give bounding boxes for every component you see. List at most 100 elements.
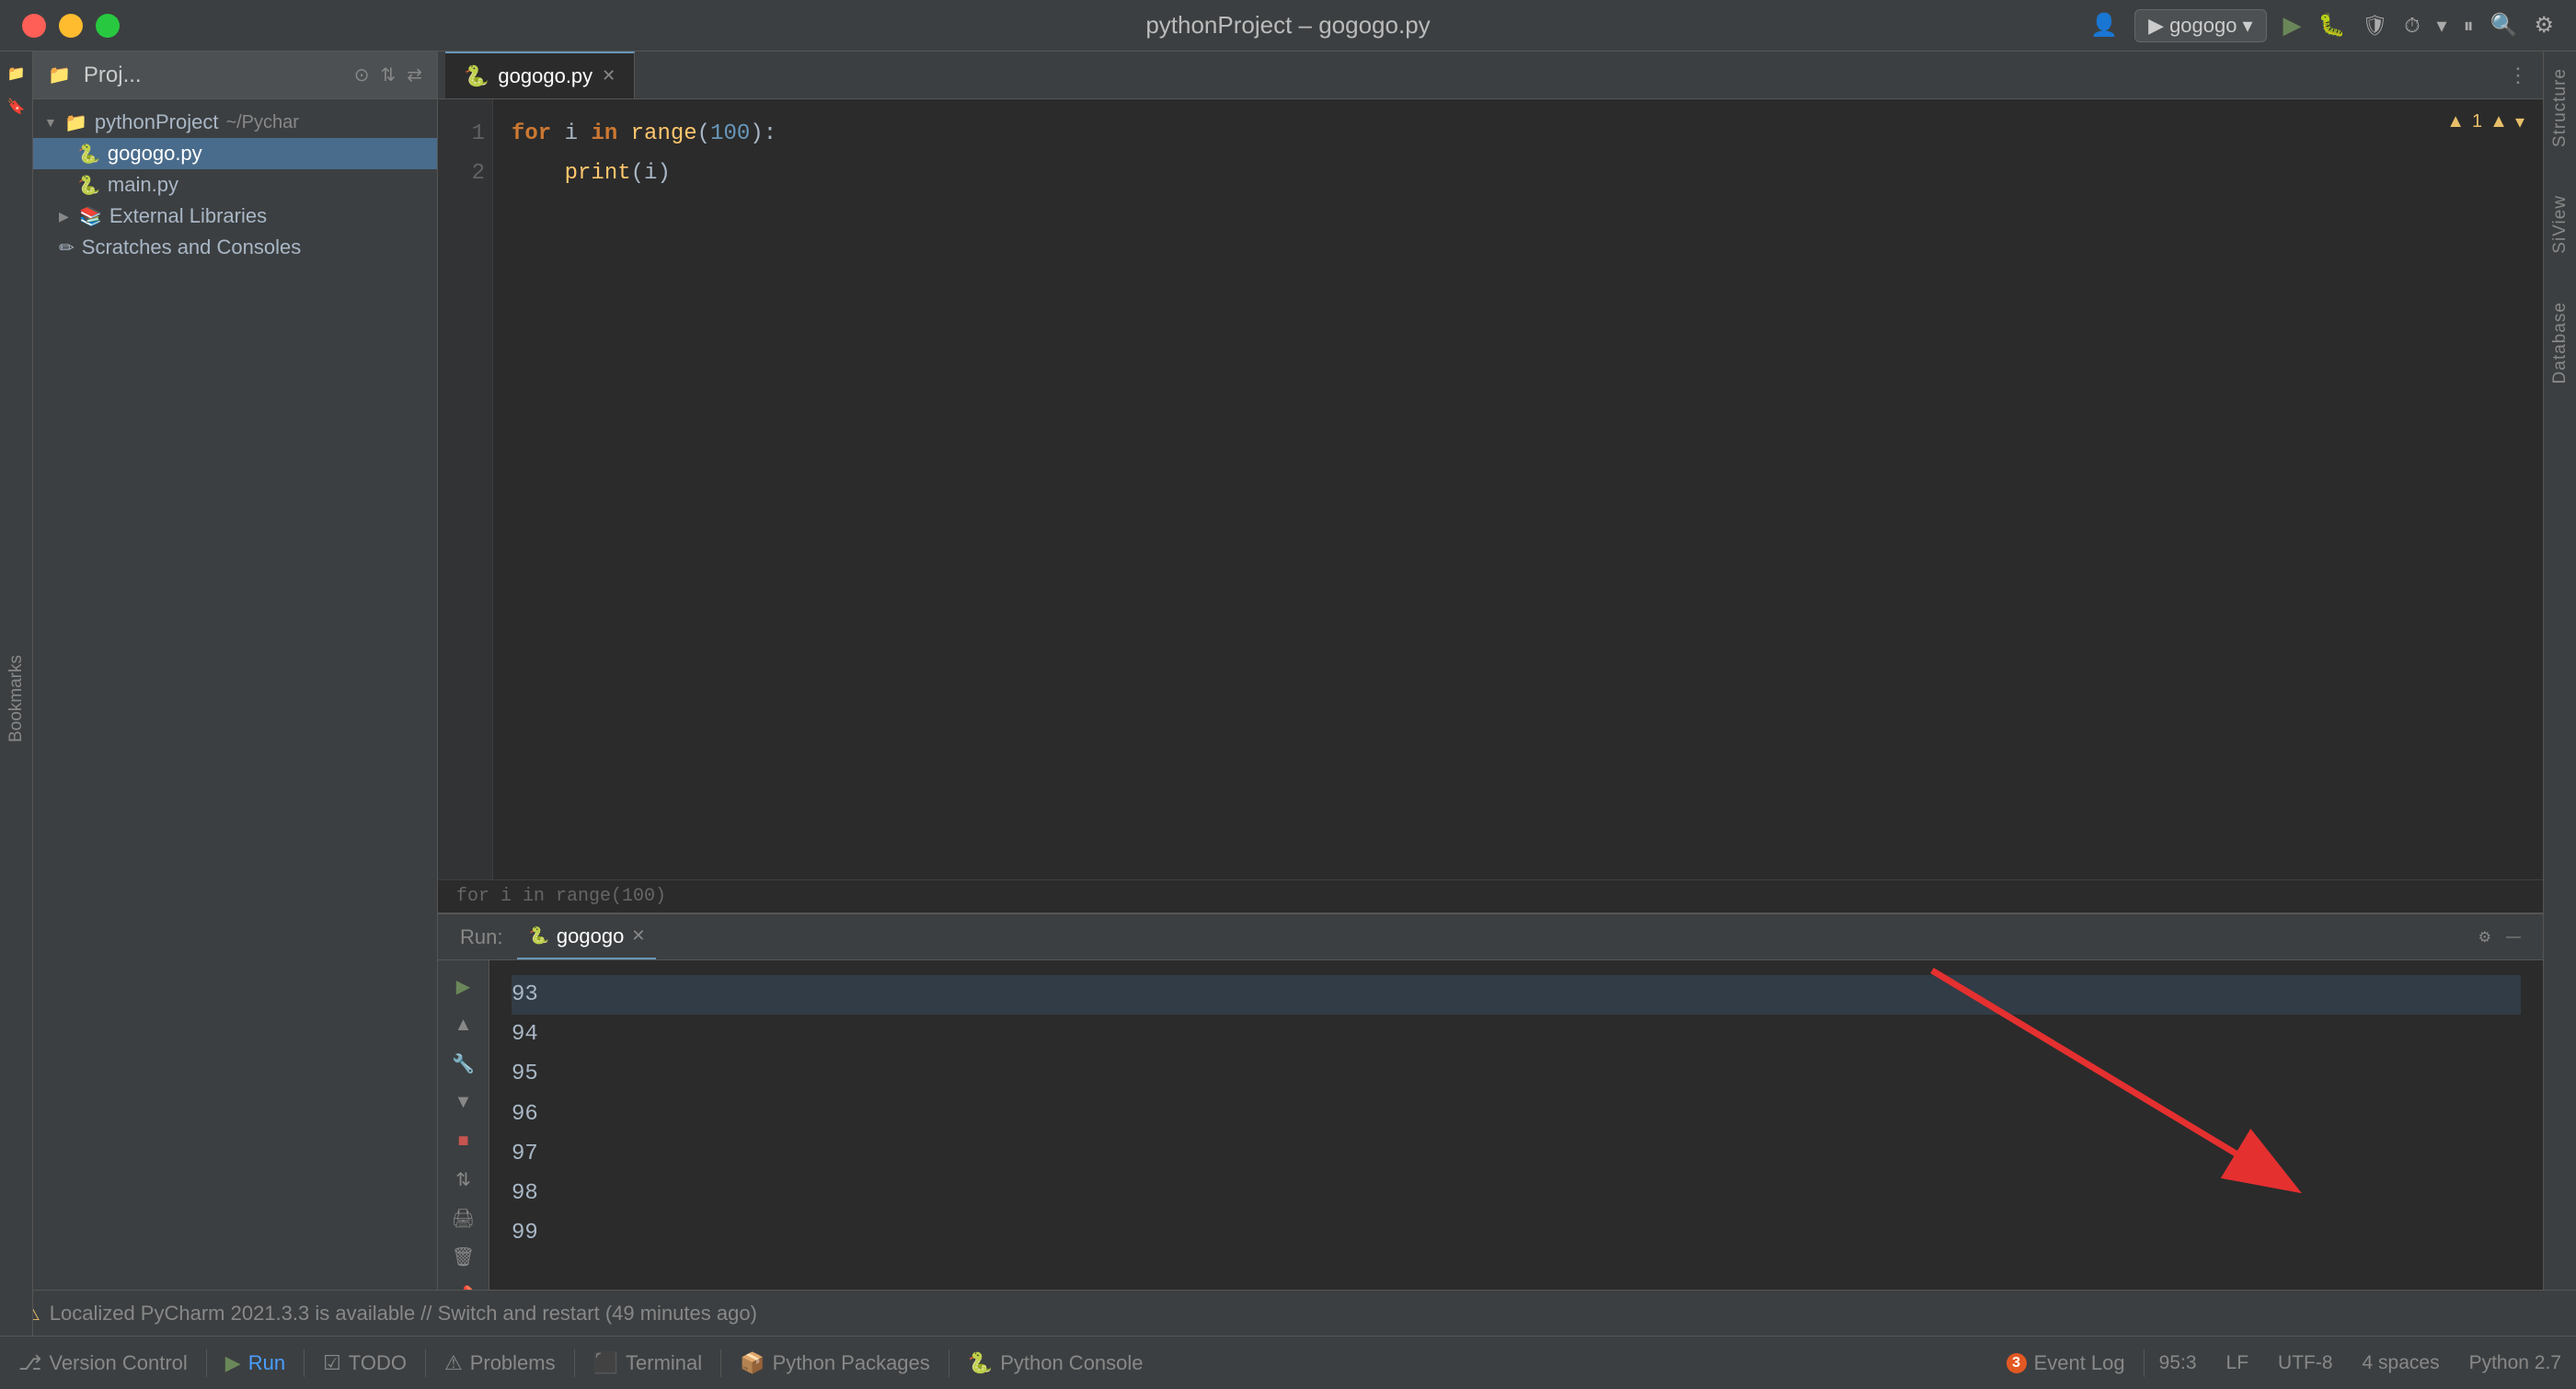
coverage-icon[interactable]: 🛡 [2362,14,2387,38]
chevron-down-icon: ▾ [2515,110,2524,133]
run-tab-gogogo[interactable]: 🐍 gogogo ✕ [517,914,656,959]
warning-icon: ▲ [2446,111,2465,132]
run-status-icon: ▶ [225,1351,241,1375]
statusbar-right: 3 Event Log 95:3 LF UTF-8 4 spaces Pytho… [1988,1337,2576,1389]
run-tab-close[interactable]: ✕ [631,926,645,946]
sort-icon[interactable]: ⇅ [449,1165,478,1194]
todo-icon: ☑ [323,1351,341,1375]
maximize-button[interactable] [96,14,120,38]
event-log-label: Event Log [2034,1351,2125,1375]
trash-icon[interactable]: 🗑 [449,1242,478,1271]
event-log-item[interactable]: 3 Event Log [1988,1337,2144,1389]
packages-label: Python Packages [773,1351,930,1375]
packages-icon: 📦 [740,1351,765,1375]
event-log-badge: 3 [2007,1353,2027,1373]
run-tab-label: gogogo [557,924,624,948]
structure-panel-label[interactable]: Structure [2548,61,2572,155]
project-tree: ▼ 📁 pythonProject ~/Pychar 🐍 gogogo.py 🐍… [33,99,437,1336]
editor-hint: for i in range(100) [438,879,2543,913]
run-panel: Run: 🐍 gogogo ✕ ⚙ — ▶ ▲ 🔧 ▼ ■ [438,913,2543,1336]
minimize-button[interactable] [59,14,83,38]
scroll-down-icon[interactable]: ▼ [449,1087,478,1117]
python-version[interactable]: Python 2.7 [2455,1337,2576,1389]
bookmark-icon[interactable]: 🔖 [4,94,29,120]
root-path: ~/Pychar [225,112,298,133]
output-line: 96 [512,1095,2521,1134]
run-sidebar: ▶ ▲ 🔧 ▼ ■ ⇅ 🖨 🗑 📌 [438,960,489,1336]
run-tab-icon: 🐍 [528,926,548,946]
pause-icon[interactable]: ⏸ [2464,14,2474,38]
project-panel-title: Proj... [84,63,142,88]
warning-count: 1 [2472,111,2482,132]
problems-label: Problems [470,1351,556,1375]
todo-item[interactable]: ☑ TODO [305,1337,425,1389]
output-line: 93 [512,975,2521,1015]
tab-close-button[interactable]: ✕ [602,66,615,86]
version-control-item[interactable]: ⎇ Version Control [0,1337,206,1389]
rerun-button[interactable]: ▶ [449,971,478,1001]
more-actions-icon[interactable]: ⋮ [2508,63,2528,87]
expand-all-icon[interactable]: ⇅ [380,63,396,86]
terminal-item[interactable]: ⬛ Terminal [575,1337,721,1389]
tab-gogogo[interactable]: 🐍 gogogo.py ✕ [445,52,635,98]
chevron-down-icon: ▾ [2242,14,2252,38]
account-icon[interactable]: 👤 [2090,12,2118,39]
problems-icon: ⚠ [444,1351,463,1375]
indent[interactable]: 4 spaces [2348,1337,2455,1389]
warning-indicator[interactable]: ▲ 1 ▲ ▾ [2446,110,2524,133]
library-icon: 📚 [79,205,102,228]
version-control-label: Version Control [49,1351,187,1375]
run-status-item[interactable]: ▶ Run [207,1337,304,1389]
siview-panel-label[interactable]: SiView [2548,188,2572,261]
project-header: 📁 Proj... ⊙ ⇅ ⇄ [33,52,437,99]
stop-icon[interactable]: ■ [449,1126,478,1155]
tree-root[interactable]: ▼ 📁 pythonProject ~/Pychar [33,107,437,138]
run-icon[interactable]: ▶ [2283,11,2302,40]
expand-arrow: ▶ [59,209,72,224]
run-status-label: Run [248,1351,285,1375]
python-file-icon: 🐍 [77,143,100,166]
line-ending[interactable]: LF [2212,1337,2264,1389]
search-icon[interactable]: 🔍 [2490,12,2518,39]
titlebar: pythonProject – gogogo.py 👤 ▶ gogogo ▾ ▶… [0,0,2576,52]
more-run-icon[interactable]: ▾ [2437,14,2447,38]
settings-icon[interactable]: ⚙ [2534,12,2554,39]
code-editor[interactable]: for i in range(100): print(i) [493,99,2543,879]
editor-area: 🐍 gogogo.py ✕ ⋮ 1 2 for i in range(100):… [438,52,2543,913]
folder-icon: 📁 [48,63,71,86]
console-label: Python Console [1000,1351,1143,1375]
run-config-button[interactable]: ▶ gogogo ▾ [2134,9,2266,42]
line-num-1: 1 [445,114,485,154]
run-settings-icon[interactable]: ⚙ [2478,928,2491,947]
tree-external-libs[interactable]: ▶ 📚 External Libraries [33,201,437,232]
run-content: ▶ ▲ 🔧 ▼ ■ ⇅ 🖨 🗑 📌 93 94 95 96 97 98 [438,960,2543,1336]
python-packages-item[interactable]: 📦 Python Packages [721,1337,949,1389]
titlebar-right: 👤 ▶ gogogo ▾ ▶ 🐛 🛡 ⏱ ▾ ⏸ 🔍 ⚙ [2090,9,2554,42]
tree-scratches[interactable]: ✏ Scratches and Consoles [33,232,437,263]
tree-file-gogogo[interactable]: 🐍 gogogo.py [33,138,437,169]
problems-item[interactable]: ⚠ Problems [426,1337,574,1389]
scroll-up-icon[interactable]: ▲ [449,1010,478,1039]
editor-toolbar-right: ⋮ [2508,52,2536,98]
encoding[interactable]: UTF-8 [2263,1337,2348,1389]
project-icon[interactable]: 📁 [4,61,29,86]
code-line-2: print(i) [512,154,2524,193]
profile-icon[interactable]: ⏱ [2404,14,2420,38]
close-button[interactable] [22,14,46,38]
notification-text: Localized PyCharm 2021.3.3 is available … [50,1302,757,1326]
python-console-item[interactable]: 🐍 Python Console [949,1337,1162,1389]
collapse-arrow: ▼ [44,115,57,130]
collapse-all-icon[interactable]: ⇄ [407,63,422,86]
tree-file-main[interactable]: 🐍 main.py [33,169,437,201]
root-label: pythonProject [95,110,219,134]
bookmarks-panel[interactable]: Bookmarks [0,626,33,773]
wrench-icon[interactable]: 🔧 [449,1049,478,1078]
scope-icon[interactable]: ⊙ [354,63,370,86]
debug-icon[interactable]: 🐛 [2318,12,2346,39]
run-minimize-icon[interactable]: — [2506,929,2521,946]
database-panel-label[interactable]: Database [2548,294,2572,391]
print-icon[interactable]: 🖨 [449,1203,478,1233]
code-line-1: for i in range(100): [512,114,2524,154]
cursor-position[interactable]: 95:3 [2145,1337,2212,1389]
run-header-right: ⚙ — [2478,928,2521,947]
